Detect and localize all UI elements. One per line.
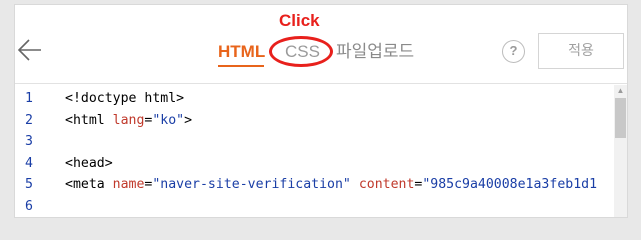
code-text: <head> (65, 153, 113, 174)
toolbar: HTML CSS 파일업로드 Click ? 적용 (15, 5, 627, 84)
line-number: 6 (25, 198, 33, 214)
scroll-thumb[interactable] (615, 98, 626, 138)
code-line[interactable]: 4 <head> (15, 153, 615, 174)
code-text: <html lang="ko"> (65, 110, 192, 131)
annotation-circle (269, 36, 333, 67)
line-number: 3 (25, 134, 33, 149)
vertical-scrollbar[interactable]: ▲ (614, 85, 627, 217)
back-button[interactable] (15, 35, 45, 65)
line-number: 2 (25, 112, 33, 128)
code-token: "naver-site-verification" (152, 177, 351, 192)
code-line[interactable]: 3 (15, 131, 615, 152)
code-token: "ko" (152, 112, 185, 128)
code-editor[interactable]: 1 <!doctype html> 2 <html lang="ko"> 3 4 <head… (15, 85, 627, 217)
line-number: 7 (15, 217, 33, 218)
code-line[interactable]: 5 <meta name="naver-site-verification" co… (15, 174, 615, 195)
apply-button[interactable]: 적용 (538, 33, 624, 69)
line-number: 4 (25, 155, 33, 171)
code-line[interactable]: 2 <html lang="ko"> (15, 110, 615, 131)
line-number: 5 (25, 177, 33, 192)
code-token: name (112, 177, 145, 192)
code-token: "985c9a40008e1a3feb1d1 (422, 177, 598, 192)
active-tab-indicator (218, 65, 264, 67)
code-text: <!-- ... (65, 217, 129, 218)
editor-window: HTML CSS 파일업로드 Click ? 적용 1 <!doctype htm… (14, 4, 628, 218)
help-button[interactable]: ? (502, 40, 525, 63)
tab-html[interactable]: HTML (218, 41, 265, 63)
code-token: <head> (65, 155, 113, 171)
code-text: <!doctype html> (65, 88, 184, 109)
code-line[interactable]: 6 (15, 196, 615, 217)
tab-file-upload[interactable]: 파일업로드 (336, 41, 414, 63)
code-text: <meta name="naver-site-verification" con… (65, 174, 597, 195)
arrow-left-icon (17, 39, 41, 61)
line-number: 1 (25, 91, 33, 106)
code-token: <html (65, 112, 113, 128)
code-token: <meta (65, 177, 113, 192)
code-token: <!doctype html> (65, 91, 185, 106)
scroll-up-icon[interactable]: ▲ (614, 85, 627, 97)
annotation-click-label: Click (279, 11, 320, 30)
code-line[interactable]: 1 <!doctype html> (15, 88, 615, 109)
code-token: > (184, 112, 193, 128)
code-line[interactable]: 7 <!-- ... (15, 217, 615, 218)
code-token: content (358, 177, 415, 192)
code-token: lang (112, 112, 145, 128)
